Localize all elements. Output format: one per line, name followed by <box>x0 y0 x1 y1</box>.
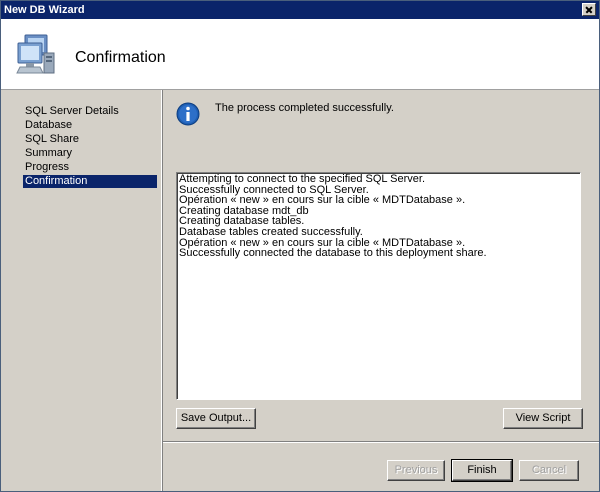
nav-item-progress[interactable]: Progress <box>23 161 157 174</box>
footer-divider <box>163 441 599 443</box>
view-script-button[interactable]: View Script <box>503 408 583 429</box>
nav-item-sql-server-details[interactable]: SQL Server Details <box>23 105 157 118</box>
nav-item-sql-share[interactable]: SQL Share <box>23 133 157 146</box>
output-log[interactable]: Attempting to connect to the specified S… <box>176 172 581 400</box>
content-panel: The process completed successfully. Atte… <box>163 90 599 491</box>
save-output-button[interactable]: Save Output... <box>176 408 256 429</box>
window-title: New DB Wizard <box>4 4 85 16</box>
nav-item-confirmation[interactable]: Confirmation <box>23 175 157 188</box>
nav-item-summary[interactable]: Summary <box>23 147 157 160</box>
log-line: Attempting to connect to the specified S… <box>179 173 426 185</box>
cancel-button[interactable]: Cancel <box>519 460 579 481</box>
nav-item-database[interactable]: Database <box>23 119 157 132</box>
info-icon <box>176 102 200 126</box>
wizard-steps-nav: SQL Server Details Database SQL Share Su… <box>1 90 162 491</box>
wizard-header: Confirmation <box>1 19 599 90</box>
close-icon[interactable] <box>582 3 596 16</box>
log-line: Database tables created successfully. <box>179 225 363 238</box>
page-title: Confirmation <box>75 49 166 66</box>
previous-button[interactable]: Previous <box>387 460 445 481</box>
log-line: Successfully connected the database to t… <box>179 247 487 260</box>
wizard-window: New DB Wizard Confirmation SQL Server De… <box>0 0 600 492</box>
title-bar[interactable]: New DB Wizard <box>1 1 599 19</box>
computer-network-icon <box>16 34 55 74</box>
status-message: The process completed successfully. <box>215 102 394 114</box>
finish-button[interactable]: Finish <box>451 459 513 482</box>
